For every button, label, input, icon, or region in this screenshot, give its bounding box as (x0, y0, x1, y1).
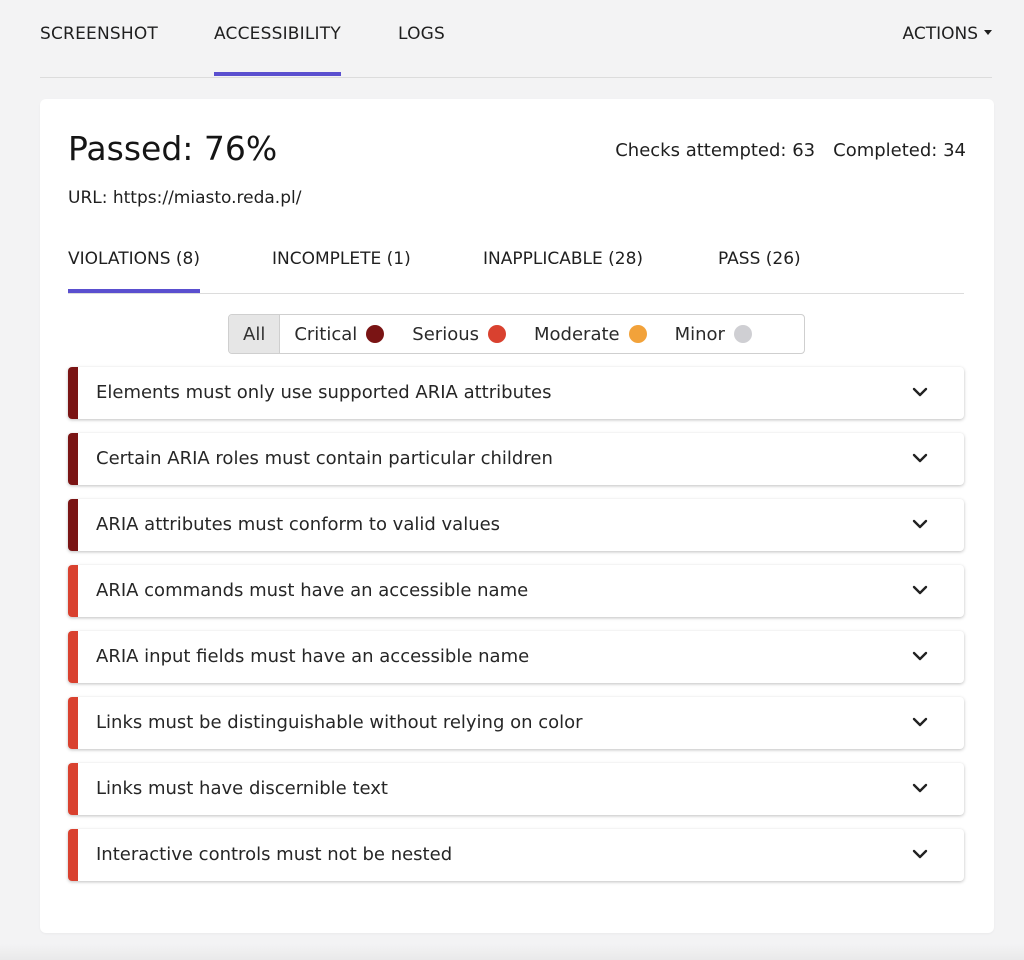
severity-bar-serious (68, 565, 78, 617)
result-tabs: VIOLATIONS (8) INCOMPLETE (1) INAPPLICAB… (68, 239, 964, 294)
chevron-down-icon (912, 717, 928, 727)
tab-logs[interactable]: LOGS (398, 24, 445, 44)
bottom-shadow (0, 944, 1024, 960)
passed-percentage: Passed: 76% (68, 129, 278, 168)
serious-dot-icon (488, 325, 506, 343)
violation-title: Links must be distinguishable without re… (96, 712, 583, 733)
severity-bar-serious (68, 697, 78, 749)
violations-list: Elements must only use supported ARIA at… (68, 367, 964, 895)
violation-title: Interactive controls must not be nested (96, 844, 453, 865)
violation-row[interactable]: ARIA commands must have an accessible na… (68, 565, 964, 617)
violation-title: ARIA attributes must conform to valid va… (96, 514, 501, 535)
filter-moderate[interactable]: Moderate (520, 315, 661, 353)
violation-title: Links must have discernible text (96, 778, 388, 799)
tab-pass[interactable]: PASS (26) (718, 249, 801, 269)
filter-label: Moderate (534, 323, 620, 345)
violation-row[interactable]: ARIA attributes must conform to valid va… (68, 499, 964, 551)
minor-dot-icon (733, 325, 752, 343)
violation-row[interactable]: Certain ARIA roles must contain particul… (68, 433, 964, 485)
violation-row[interactable]: Links must have discernible text (68, 763, 964, 815)
critical-dot-icon (366, 325, 385, 343)
tab-incomplete[interactable]: INCOMPLETE (1) (272, 249, 411, 269)
filter-critical[interactable]: Critical (280, 315, 398, 353)
severity-bar-serious (68, 631, 78, 683)
severity-bar-serious (68, 763, 78, 815)
tab-violations[interactable]: VIOLATIONS (8) (68, 249, 200, 293)
severity-filter: All Critical Serious Moderate Minor (228, 314, 805, 354)
chevron-down-icon (912, 453, 928, 463)
violation-title: Elements must only use supported ARIA at… (96, 382, 552, 403)
accessibility-report-card: Passed: 76% Checks attempted: 63 Complete… (40, 99, 994, 933)
filter-minor[interactable]: Minor (661, 315, 766, 353)
chevron-down-icon (912, 585, 928, 595)
violation-title: ARIA commands must have an accessible na… (96, 580, 529, 601)
violation-row[interactable]: Links must be distinguishable without re… (68, 697, 964, 749)
filter-label: Minor (674, 323, 725, 345)
tab-inapplicable[interactable]: INAPPLICABLE (28) (483, 249, 643, 269)
tested-url: URL: https://miasto.reda.pl/ (68, 188, 302, 208)
violation-row[interactable]: Interactive controls must not be nested (68, 829, 964, 881)
actions-label: ACTIONS (902, 24, 979, 44)
filter-label: Critical (294, 323, 358, 345)
severity-bar-critical (68, 367, 78, 419)
caret-down-icon (984, 29, 992, 35)
chevron-down-icon (912, 651, 928, 661)
violation-row[interactable]: ARIA input fields must have an accessibl… (68, 631, 964, 683)
filter-label: All (243, 323, 266, 345)
severity-bar-critical (68, 433, 78, 485)
filter-label: Serious (412, 323, 479, 345)
tab-accessibility[interactable]: ACCESSIBILITY (214, 24, 341, 76)
checks-summary: Checks attempted: 63 Completed: 34 (615, 140, 966, 161)
filter-serious[interactable]: Serious (398, 315, 520, 353)
actions-menu-button[interactable]: ACTIONS (902, 24, 992, 44)
violation-title: ARIA input fields must have an accessibl… (96, 646, 530, 667)
violation-title: Certain ARIA roles must contain particul… (96, 448, 553, 469)
chevron-down-icon (912, 783, 928, 793)
chevron-down-icon (912, 387, 928, 397)
severity-bar-critical (68, 499, 78, 551)
severity-bar-serious (68, 829, 78, 881)
tab-screenshot[interactable]: SCREENSHOT (40, 24, 158, 44)
moderate-dot-icon (628, 325, 647, 343)
top-navigation: SCREENSHOT ACCESSIBILITY LOGS ACTIONS (40, 0, 992, 78)
checks-attempted: Checks attempted: 63 (615, 140, 816, 161)
checks-completed: Completed: 34 (833, 140, 966, 161)
chevron-down-icon (912, 849, 928, 859)
violation-row[interactable]: Elements must only use supported ARIA at… (68, 367, 964, 419)
chevron-down-icon (912, 519, 928, 529)
filter-all[interactable]: All (229, 315, 281, 353)
